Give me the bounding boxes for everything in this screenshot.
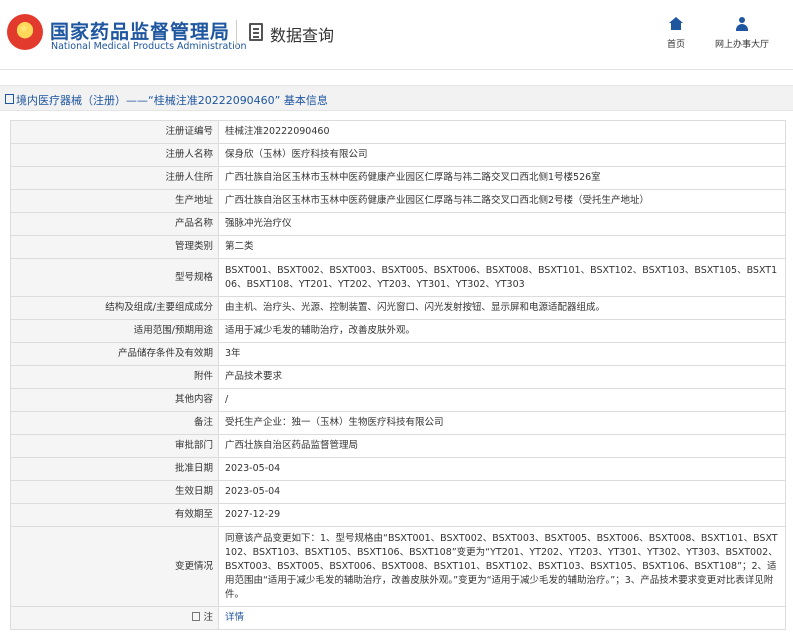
document-icon [5, 94, 14, 104]
field-value: 2023-05-04 [218, 480, 786, 504]
table-row: 附件 产品技术要求 [10, 365, 786, 389]
table-row: 注册人名称 保身欣（玉林）医疗科技有限公司 [10, 143, 786, 167]
table-row: 变更情况 同意该产品变更如下：1、型号规格由“BSXT001、BSXT002、BS… [10, 526, 786, 607]
field-label: 审批部门 [10, 434, 219, 458]
field-value: 受托生产企业：独一（玉林）生物医疗科技有限公司 [218, 411, 786, 435]
table-row: 生效日期 2023-05-04 [10, 480, 786, 504]
breadcrumb-text: 境内医疗器械（注册）——“桂械注准20222090460” 基本信息 [16, 94, 328, 107]
field-value: 2023-05-04 [218, 457, 786, 481]
table-row: 注册证编号 桂械注准20222090460 [10, 120, 786, 144]
field-label: 备注 [10, 411, 219, 435]
site-header: ★ 国家药品监督管理局 National Medical Products Ad… [0, 0, 793, 70]
field-label: 生效日期 [10, 480, 219, 504]
field-value: 广西壮族自治区玉林市玉林中医药健康产业园区仁厚路与祎二路交叉口西北侧2号楼（受托… [218, 189, 786, 213]
field-value: 第二类 [218, 235, 786, 259]
site-name[interactable]: 国家药品监督管理局 [50, 17, 230, 44]
field-value: 桂械注准20222090460 [218, 120, 786, 144]
field-label: 变更情况 [10, 526, 219, 607]
table-row: 注 详情 [10, 606, 786, 630]
site-name-english[interactable]: National Medical Products Administration [51, 41, 247, 52]
table-row: 管理类别 第二类 [10, 235, 786, 259]
table-row: 有效期至 2027-12-29 [10, 503, 786, 527]
field-label: 有效期至 [10, 503, 219, 527]
home-icon [669, 17, 683, 31]
field-label: 型号规格 [10, 258, 219, 297]
device-info-table: 注册证编号 桂械注准20222090460 注册人名称 保身欣（玉林）医疗科技有限公… [10, 120, 786, 630]
field-label: 产品储存条件及有效期 [10, 342, 219, 366]
field-value: 2027-12-29 [218, 503, 786, 527]
note-label: 注 [203, 612, 213, 623]
field-value: 产品技术要求 [218, 365, 786, 389]
header-divider [236, 20, 237, 48]
national-emblem-icon: ★ [7, 14, 43, 50]
table-row: 结构及组成/主要组成成分 由主机、治疗头、光源、控制装置、闪光窗口、闪光发射按钮、… [10, 296, 786, 320]
nav-home-label: 首页 [666, 40, 685, 50]
table-row: 审批部门 广西壮族自治区药品监督管理局 [10, 434, 786, 458]
field-label: 结构及组成/主要组成成分 [10, 296, 219, 320]
field-label: 适用范围/预期用途 [10, 319, 219, 343]
breadcrumb: 境内医疗器械（注册）——“桂械注准20222090460” 基本信息 [0, 85, 793, 111]
field-label: 附件 [10, 365, 219, 389]
table-row: 产品名称 强脉冲光治疗仪 [10, 212, 786, 236]
field-label: 产品名称 [10, 212, 219, 236]
document-search-icon [249, 23, 263, 41]
nav-online-office[interactable]: 网上办事大厅 [709, 17, 775, 50]
field-value: 由主机、治疗头、光源、控制装置、闪光窗口、闪光发射按钮、显示屏和电源适配器组成。 [218, 296, 786, 320]
field-label: 批准日期 [10, 457, 219, 481]
table-row: 注册人住所 广西壮族自治区玉林市玉林中医药健康产业园区仁厚路与祎二路交叉口西北侧1… [10, 166, 786, 190]
field-value: 广西壮族自治区玉林市玉林中医药健康产业园区仁厚路与祎二路交叉口西北侧1号楼526… [218, 166, 786, 190]
table-row: 批准日期 2023-05-04 [10, 457, 786, 481]
query-title: 数据查询 [270, 26, 335, 45]
field-label: 注册证编号 [10, 120, 219, 144]
field-value: 3年 [218, 342, 786, 366]
table-row: 其他内容 / [10, 388, 786, 412]
field-value: BSXT001、BSXT002、BSXT003、BSXT005、BSXT006、… [218, 258, 786, 297]
field-label: 生产地址 [10, 189, 219, 213]
field-label: 其他内容 [10, 388, 219, 412]
table-row: 产品储存条件及有效期 3年 [10, 342, 786, 366]
note-label-cell: 注 [10, 606, 219, 630]
field-value: 保身欣（玉林）医疗科技有限公司 [218, 143, 786, 167]
note-icon [192, 612, 201, 621]
nav-online-office-label: 网上办事大厅 [714, 40, 769, 50]
table-row: 适用范围/预期用途 适用于减少毛发的辅助治疗，改善皮肤外观。 [10, 319, 786, 343]
table-row: 生产地址 广西壮族自治区玉林市玉林中医药健康产业园区仁厚路与祎二路交叉口西北侧2号… [10, 189, 786, 213]
field-value: 适用于减少毛发的辅助治疗，改善皮肤外观。 [218, 319, 786, 343]
table-row: 型号规格 BSXT001、BSXT002、BSXT003、BSXT005、BSXT… [10, 258, 786, 297]
field-label: 注册人住所 [10, 166, 219, 190]
details-link[interactable]: 详情 [225, 612, 244, 623]
nav-home[interactable]: 首页 [663, 17, 689, 50]
field-label: 注册人名称 [10, 143, 219, 167]
field-value: 强脉冲光治疗仪 [218, 212, 786, 236]
user-icon [735, 17, 749, 31]
field-value: 同意该产品变更如下：1、型号规格由“BSXT001、BSXT002、BSXT00… [218, 526, 786, 607]
field-label: 管理类别 [10, 235, 219, 259]
field-value: / [218, 388, 786, 412]
note-value-cell: 详情 [218, 606, 786, 630]
table-row: 备注 受托生产企业：独一（玉林）生物医疗科技有限公司 [10, 411, 786, 435]
field-value: 广西壮族自治区药品监督管理局 [218, 434, 786, 458]
